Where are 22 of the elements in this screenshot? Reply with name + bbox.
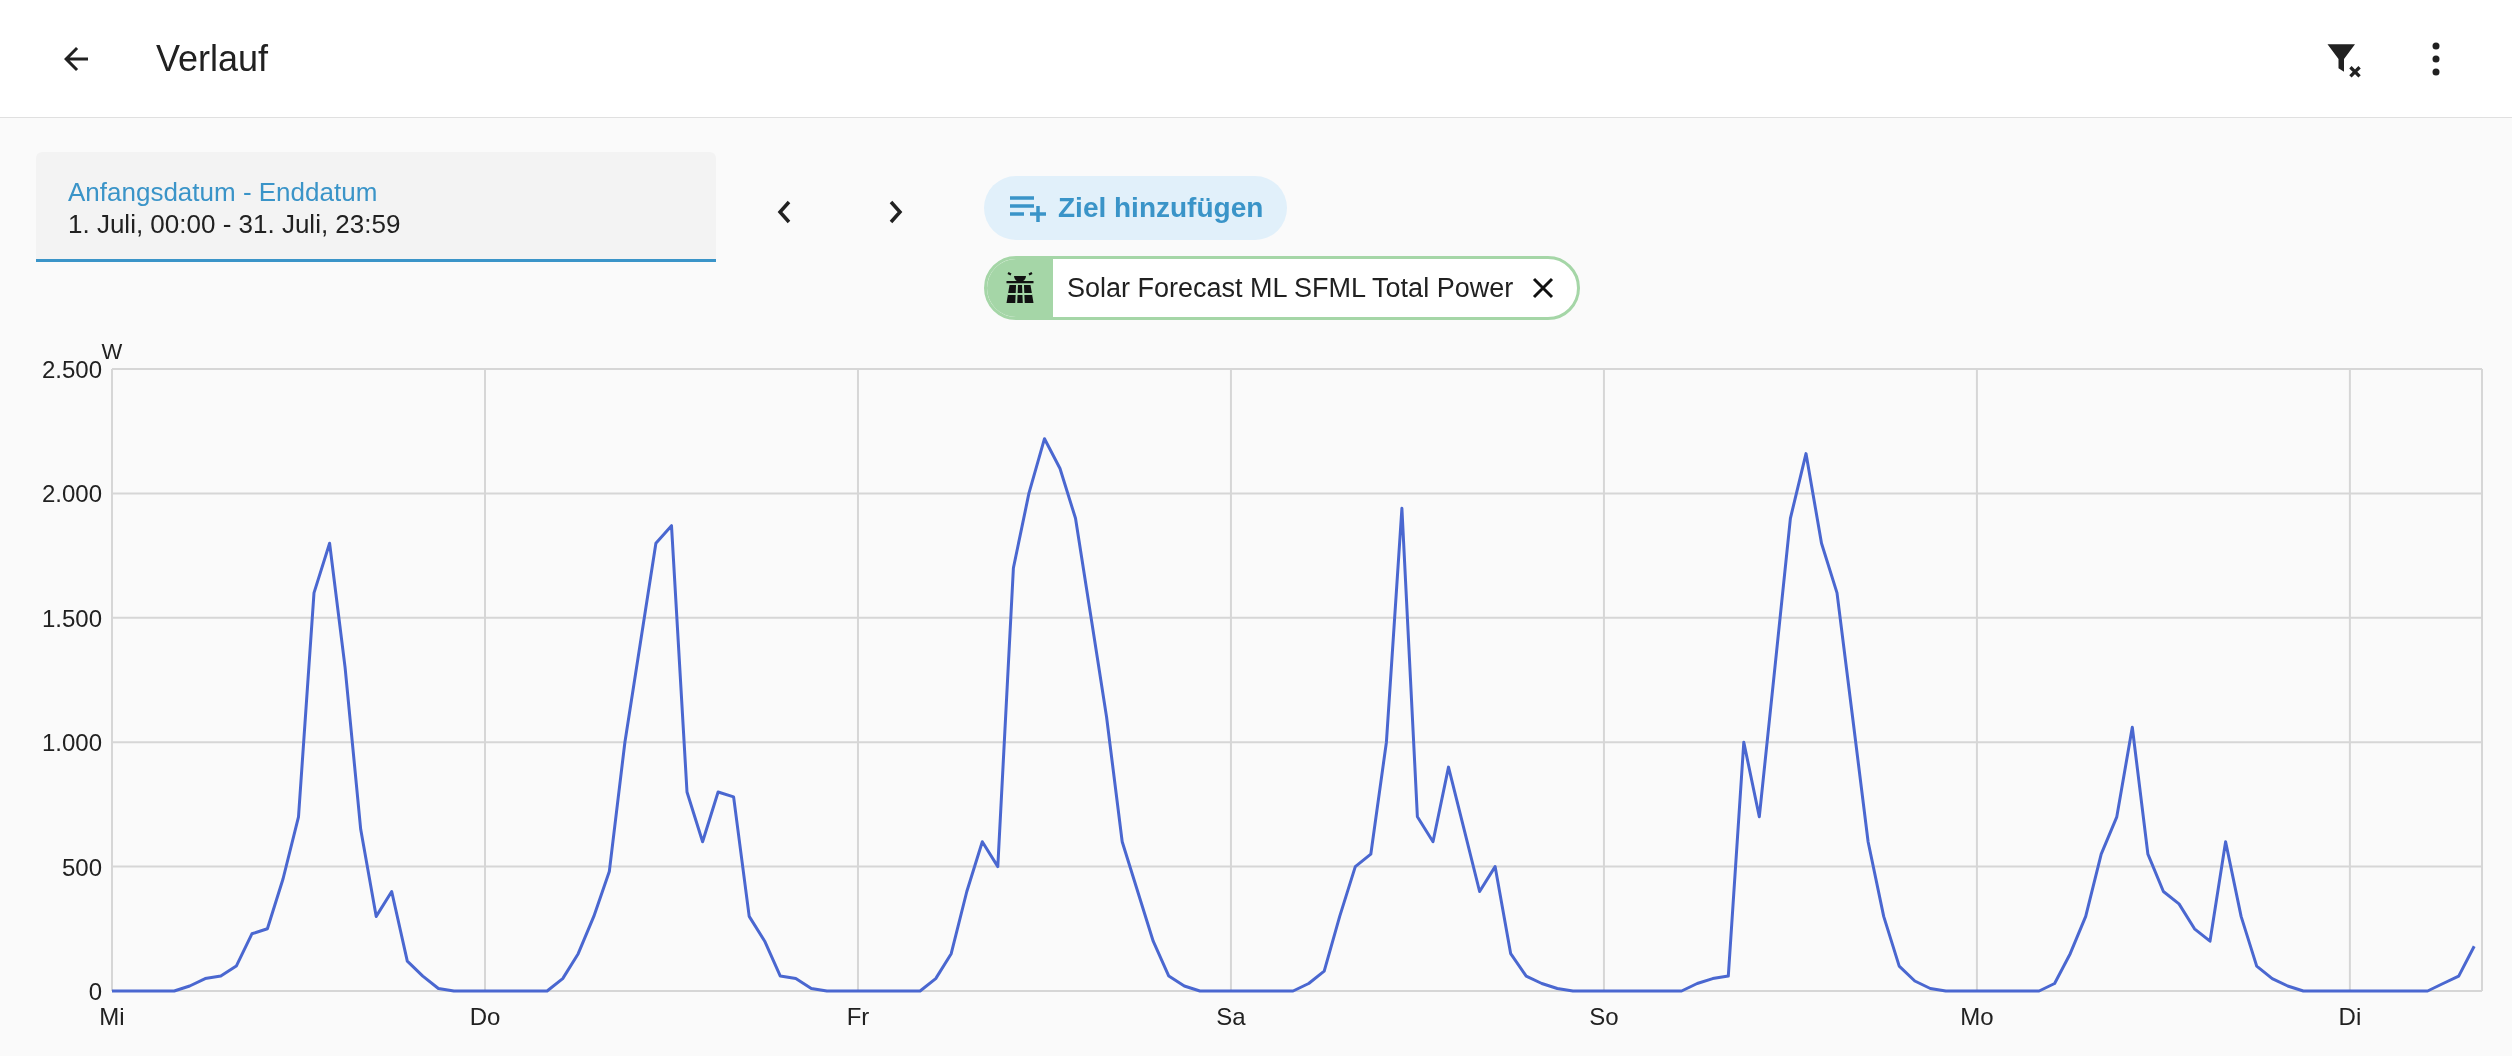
x-axis-label: Do <box>469 1003 501 1030</box>
x-axis-label: Mo <box>1960 1003 1994 1030</box>
field-label: Anfangsdatum - Enddatum <box>68 176 379 208</box>
y-axis-label: 500 <box>61 853 102 881</box>
date-range-field[interactable]: Anfangsdatum - Enddatum 1. Juli, 00:00 - 31. Juli, 23:59 <box>36 152 716 262</box>
y-axis-label: 2.000 <box>41 480 102 508</box>
page-title: Verlauf <box>156 36 269 81</box>
x-axis-label: So <box>1589 1003 1619 1030</box>
y-axis-label: 1.000 <box>41 729 102 757</box>
y-axis-label: 2.500 <box>41 356 102 383</box>
y-axis-label: 1.500 <box>41 604 102 632</box>
x-axis-label: Mi <box>99 1003 125 1030</box>
y-axis-label: 0 <box>88 978 102 1005</box>
x-axis-label: Fr <box>846 1003 870 1030</box>
more-vertical-icon <box>2431 40 2441 77</box>
target-chip[interactable]: Solar Forecast ML SFML Total Power <box>984 256 1581 320</box>
y-axis-unit: W <box>101 344 123 364</box>
x-axis-label: Sa <box>1216 1003 1246 1030</box>
close-icon <box>1532 277 1555 299</box>
chip-label: Solar Forecast ML SFML Total Power <box>1067 271 1514 305</box>
x-axis-label: Di <box>2338 1003 2362 1030</box>
field-value: 1. Juli, 00:00 - 31. Juli, 23:59 <box>68 208 402 240</box>
